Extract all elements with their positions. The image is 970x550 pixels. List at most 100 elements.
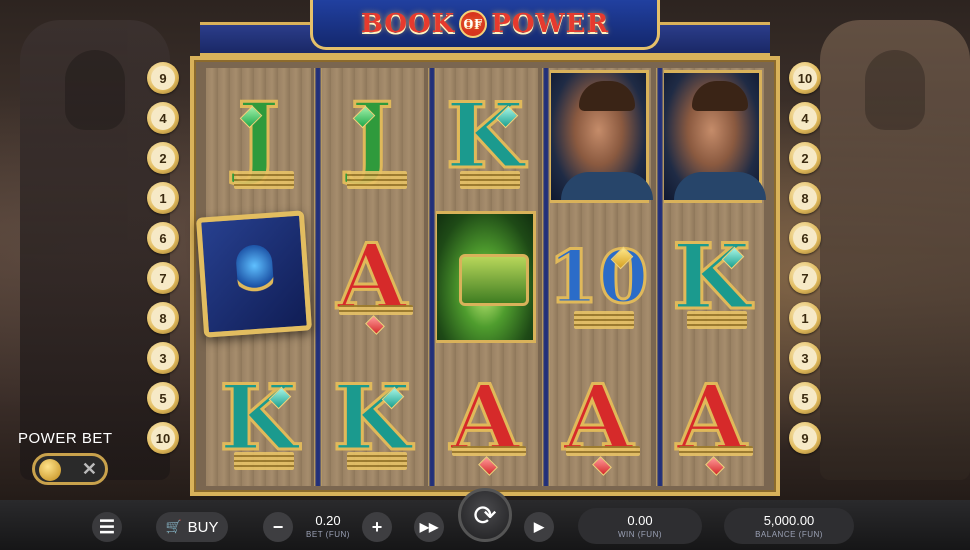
book-symbol <box>195 210 313 338</box>
payline-number: 8 <box>793 186 817 210</box>
bet-caption: BET (FUN) <box>306 530 350 539</box>
spin-button[interactable]: ⟳ <box>458 488 512 542</box>
payline-badge[interactable]: 3 <box>147 342 179 374</box>
refresh-icon: ⟳ <box>473 499 497 531</box>
menu-button[interactable]: ☰ <box>92 512 122 542</box>
close-icon: ✕ <box>81 459 97 479</box>
payline-badge[interactable]: 1 <box>147 182 179 214</box>
symbol-portrait <box>546 68 653 205</box>
bet-decrease-button[interactable]: − <box>263 512 293 542</box>
power-bet-toggle[interactable]: ✕ <box>32 453 108 485</box>
payline-number: 4 <box>793 106 817 130</box>
balance-caption: BALANCE (FUN) <box>755 530 823 539</box>
logo-book: BOOK <box>360 8 456 39</box>
payline-badge[interactable]: 8 <box>147 302 179 334</box>
win-caption: WIN (FUN) <box>617 530 663 539</box>
win-display: 0.00 WIN (FUN) <box>578 508 702 544</box>
fast-forward-icon: ▶▶ <box>419 520 439 534</box>
symbol-portrait <box>659 68 766 205</box>
symbol-k: K <box>206 349 311 486</box>
autoplay-button[interactable]: ▶▶ <box>414 512 444 542</box>
symbol-letter: J <box>236 83 282 190</box>
payline-number: 1 <box>151 186 175 210</box>
logo-of: OF <box>459 9 488 38</box>
balance-display: 5,000.00 BALANCE (FUN) <box>724 508 854 544</box>
paylines-left: 9 4 2 1 6 7 8 3 5 10 <box>147 62 181 454</box>
plus-icon: + <box>371 516 383 537</box>
payline-number: 2 <box>151 146 175 170</box>
payline-badge[interactable]: 10 <box>147 422 179 454</box>
symbol-letter: 10 <box>547 234 650 319</box>
symbol-k: K <box>432 68 537 205</box>
payline-number: 5 <box>793 386 817 410</box>
payline-badge[interactable]: 6 <box>147 222 179 254</box>
buy-button[interactable]: 🛒 BUY <box>156 512 228 542</box>
quick-play-button[interactable]: ▶ <box>524 512 554 542</box>
reel-separator <box>428 68 436 486</box>
statue-right <box>820 20 970 480</box>
payline-number: 6 <box>151 226 175 250</box>
payline-number: 9 <box>793 426 817 450</box>
hamburger-icon: ☰ <box>98 516 116 537</box>
reel: 10 A <box>545 68 653 486</box>
symbol-a: A <box>659 349 764 486</box>
payline-badge[interactable]: 9 <box>147 62 179 94</box>
payline-badge[interactable]: 5 <box>789 382 821 414</box>
symbol-letter: K <box>444 83 525 190</box>
symbol-k: K <box>319 349 424 486</box>
symbol-letter: K <box>218 364 299 471</box>
payline-number: 9 <box>151 66 175 90</box>
minus-icon: − <box>272 516 284 537</box>
payline-number: 1 <box>793 306 817 330</box>
payline-badge[interactable]: 6 <box>789 222 821 254</box>
payline-number: 6 <box>793 226 817 250</box>
symbol-j: J <box>206 68 311 205</box>
symbol-letter: K <box>331 364 412 471</box>
payline-badge[interactable]: 3 <box>789 342 821 374</box>
payline-badge[interactable]: 2 <box>789 142 821 174</box>
reel: KA <box>432 68 538 486</box>
payline-badge[interactable]: 10 <box>789 62 821 94</box>
payline-badge[interactable]: 7 <box>789 262 821 294</box>
payline-number: 5 <box>151 386 175 410</box>
toggle-knob <box>39 459 61 481</box>
reel-separator <box>542 68 550 486</box>
reel: JAK <box>319 68 425 486</box>
treasure-chest <box>434 210 536 344</box>
power-bet-label: POWER BET <box>18 430 113 447</box>
symbol-j: J <box>319 68 424 205</box>
bet-increase-button[interactable]: + <box>362 512 392 542</box>
payline-number: 10 <box>151 426 175 450</box>
payline-badge[interactable]: 7 <box>147 262 179 294</box>
symbol-a: A <box>432 349 537 486</box>
game-logo: BOOK OF POWER <box>310 0 660 50</box>
bet-value: 0.20 <box>315 513 341 528</box>
payline-badge[interactable]: 9 <box>789 422 821 454</box>
payline-badge[interactable]: 5 <box>147 382 179 414</box>
play-icon: ▶ <box>534 519 544 534</box>
payline-badge[interactable]: 4 <box>147 102 179 134</box>
symbol-10: 10 <box>546 209 651 346</box>
scarab-icon <box>235 243 275 299</box>
reel-separator <box>656 68 664 486</box>
payline-badge[interactable]: 1 <box>789 302 821 334</box>
hero-portrait <box>547 70 653 203</box>
symbol-letter: K <box>671 224 752 330</box>
payline-number: 7 <box>793 266 817 290</box>
power-bet: POWER BET ✕ <box>18 430 138 485</box>
payline-badge[interactable]: 2 <box>147 142 179 174</box>
win-value: 0.00 <box>627 513 653 528</box>
payline-badge[interactable]: 8 <box>789 182 821 214</box>
payline-number: 4 <box>151 106 175 130</box>
reel-separator <box>314 68 322 486</box>
payline-badge[interactable]: 4 <box>789 102 821 134</box>
symbol-letter: J <box>349 83 395 190</box>
symbol-chest <box>432 209 537 346</box>
payline-number: 3 <box>793 346 817 370</box>
reel-frame: J K J A K K A 10 A K A <box>190 56 780 496</box>
payline-number: 3 <box>151 346 175 370</box>
bet-display: 0.20 BET (FUN) <box>296 508 360 544</box>
payline-number: 7 <box>151 266 175 290</box>
cart-icon: 🛒 <box>165 519 182 534</box>
balance-value: 5,000.00 <box>763 513 815 528</box>
